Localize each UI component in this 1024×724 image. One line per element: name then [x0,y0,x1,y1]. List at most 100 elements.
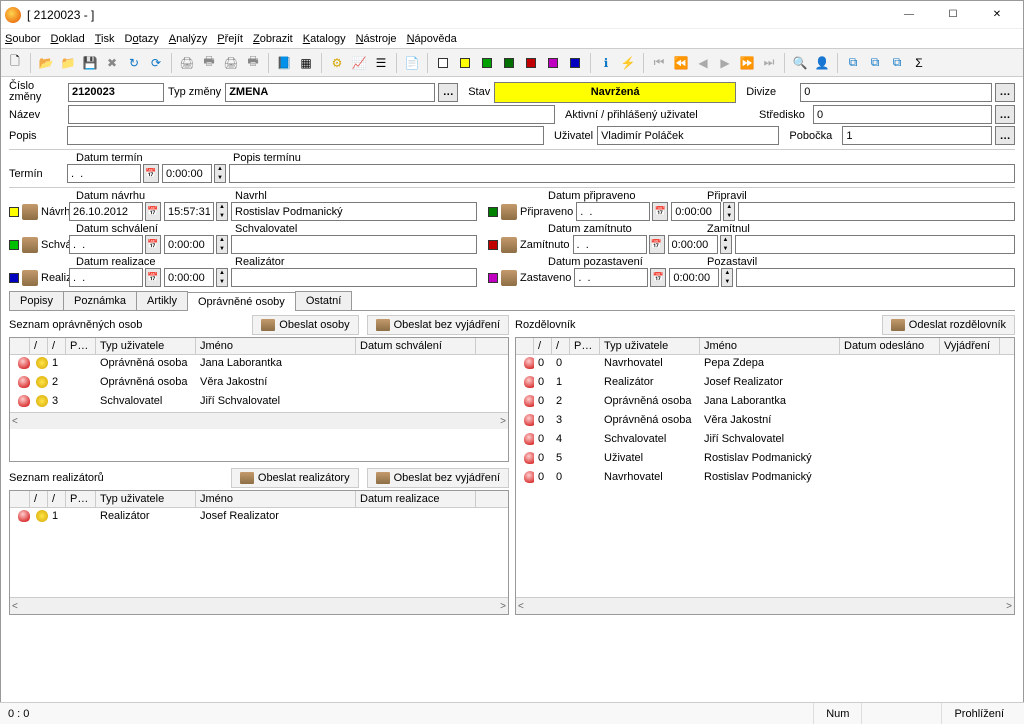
col-header[interactable]: Datum schválení [356,338,476,354]
stredisko-lookup[interactable]: … [995,105,1015,124]
cal-icon[interactable]: 📅 [650,268,666,287]
section-time-input-r[interactable] [671,202,721,221]
tab-poznámka[interactable]: Poznámka [63,291,137,310]
list-icon[interactable]: ☰ [371,53,391,73]
cal-icon[interactable]: 📅 [145,268,161,287]
termin-time-spin[interactable]: ▲▼ [214,164,226,183]
cal-icon[interactable]: 📅 [652,202,668,221]
book-icon[interactable]: 📘 [274,53,294,73]
menu-zobrazit[interactable]: Zobrazit [253,33,293,45]
col-header[interactable]: Typ uživatele [600,338,700,354]
delete-icon[interactable]: ✖ [102,53,122,73]
sq-white[interactable] [433,53,453,73]
time-spin[interactable]: ▲▼ [720,235,732,254]
col-header[interactable] [516,338,534,354]
tab-ostatní[interactable]: Ostatní [295,291,352,310]
pobocka-input[interactable] [842,126,992,145]
col-header[interactable]: / [534,338,552,354]
section-time-input[interactable] [164,202,214,221]
minimize-button[interactable]: — [887,5,931,25]
menu-prejit[interactable]: Přejít [217,33,243,45]
print3-icon[interactable]: 🖨 [221,53,241,73]
tree2-icon[interactable]: ⧉ [865,53,885,73]
sq-yellow[interactable] [455,53,475,73]
doc-icon[interactable]: 📄 [402,53,422,73]
obeslat-osoby-button[interactable]: Obeslat osoby [252,315,358,335]
tree1-icon[interactable]: ⧉ [843,53,863,73]
table-row[interactable]: 03Oprávněná osobaVěra Jakostní [516,412,1014,431]
prev-page-icon[interactable]: ⏪ [671,53,691,73]
next-page-icon[interactable]: ⏩ [737,53,757,73]
popis-input[interactable] [67,126,544,145]
termin-time-input[interactable] [162,164,212,183]
col-header[interactable]: Jméno [196,491,356,507]
section-time-input-r[interactable] [669,268,719,287]
section-time-input[interactable] [164,268,214,287]
menu-napoveda[interactable]: Nápověda [407,33,457,45]
print-icon[interactable]: 🖨 [177,53,197,73]
col-header[interactable]: / [30,338,48,354]
open-icon[interactable]: 📂 [36,53,56,73]
new-icon[interactable]: 🗋 [5,53,25,73]
cal-icon[interactable]: 📅 [145,202,161,221]
tab-popisy[interactable]: Popisy [9,291,64,310]
table-row[interactable]: 04SchvalovatelJiří Schvalovatel [516,431,1014,450]
time-spin[interactable]: ▲▼ [216,202,228,221]
menu-dotazy[interactable]: Dotazy [125,33,159,45]
print4-icon[interactable]: 🖶 [243,53,263,73]
sq-blue[interactable] [565,53,585,73]
bolt-icon[interactable]: ⚡ [618,53,638,73]
col-header[interactable]: / [48,491,66,507]
section-user-input-r[interactable] [738,202,1015,221]
section-date-input[interactable] [69,202,143,221]
search-icon[interactable]: 🔍 [790,53,810,73]
typ-zmeny-lookup[interactable]: … [438,83,458,102]
opravnene-osoby-grid[interactable]: //P…Typ uživateleJménoDatum schválení 1O… [9,337,509,462]
last-icon[interactable]: ⏭ [759,53,779,73]
table-row[interactable]: 1Oprávněná osobaJana Laborantka [10,355,508,374]
col-header[interactable]: Typ uživatele [96,491,196,507]
tab-oprávněné osoby[interactable]: Oprávněné osoby [187,292,296,311]
obeslat-realizatory-button[interactable]: Obeslat realizátory [231,468,359,488]
section-date-input-r[interactable] [573,235,647,254]
section-date-input[interactable] [69,268,143,287]
tab-artikly[interactable]: Artikly [136,291,188,310]
chart-icon[interactable]: 📈 [349,53,369,73]
close-button[interactable]: ✕ [975,5,1019,25]
refresh-icon[interactable]: ↻ [124,53,144,73]
sigma-icon[interactable]: Σ [909,53,929,73]
section-date-input-r[interactable] [574,268,648,287]
section-date-input[interactable] [69,235,143,254]
obeslat-bez-vyjadreni-button[interactable]: Obeslat bez vyjádření [367,315,509,335]
divize-lookup[interactable]: … [995,83,1015,102]
stav-button[interactable]: Navržená [494,82,736,103]
section-user-input[interactable] [231,268,477,287]
rozdelovnik-grid[interactable]: //P…Typ uživateleJménoDatum odeslánoVyjá… [515,337,1015,615]
menu-katalogy[interactable]: Katalogy [303,33,346,45]
col-header[interactable]: Vyjádření [940,338,1000,354]
table-row[interactable]: 01RealizátorJosef Realizator [516,374,1014,393]
col-header[interactable]: P… [570,338,600,354]
open2-icon[interactable]: 📁 [58,53,78,73]
col-header[interactable]: Datum realizace [356,491,476,507]
menu-doklad[interactable]: Doklad [50,33,84,45]
history-icon[interactable] [22,204,38,220]
col-header[interactable]: Jméno [196,338,356,354]
table-row[interactable]: 00NavrhovatelRostislav Podmanický [516,469,1014,488]
grid-icon[interactable]: ▦ [296,53,316,73]
cislo-zmeny-input[interactable] [68,83,164,102]
termin-cal-icon[interactable]: 📅 [143,164,159,183]
time-spin[interactable]: ▲▼ [721,268,733,287]
sq-green2[interactable] [499,53,519,73]
history-icon[interactable] [501,204,517,220]
sq-magenta[interactable] [543,53,563,73]
time-spin[interactable]: ▲▼ [723,202,735,221]
time-spin[interactable]: ▲▼ [216,235,228,254]
odeslat-rozdelovnik-button[interactable]: Odeslat rozdělovník [882,315,1015,335]
termin-date-input[interactable] [67,164,141,183]
col-header[interactable]: / [48,338,66,354]
col-header[interactable]: Typ uživatele [96,338,196,354]
obeslat-bez-vyjadreni2-button[interactable]: Obeslat bez vyjádření [367,468,509,488]
uzivatel-input[interactable] [597,126,779,145]
maximize-button[interactable]: ☐ [931,5,975,25]
